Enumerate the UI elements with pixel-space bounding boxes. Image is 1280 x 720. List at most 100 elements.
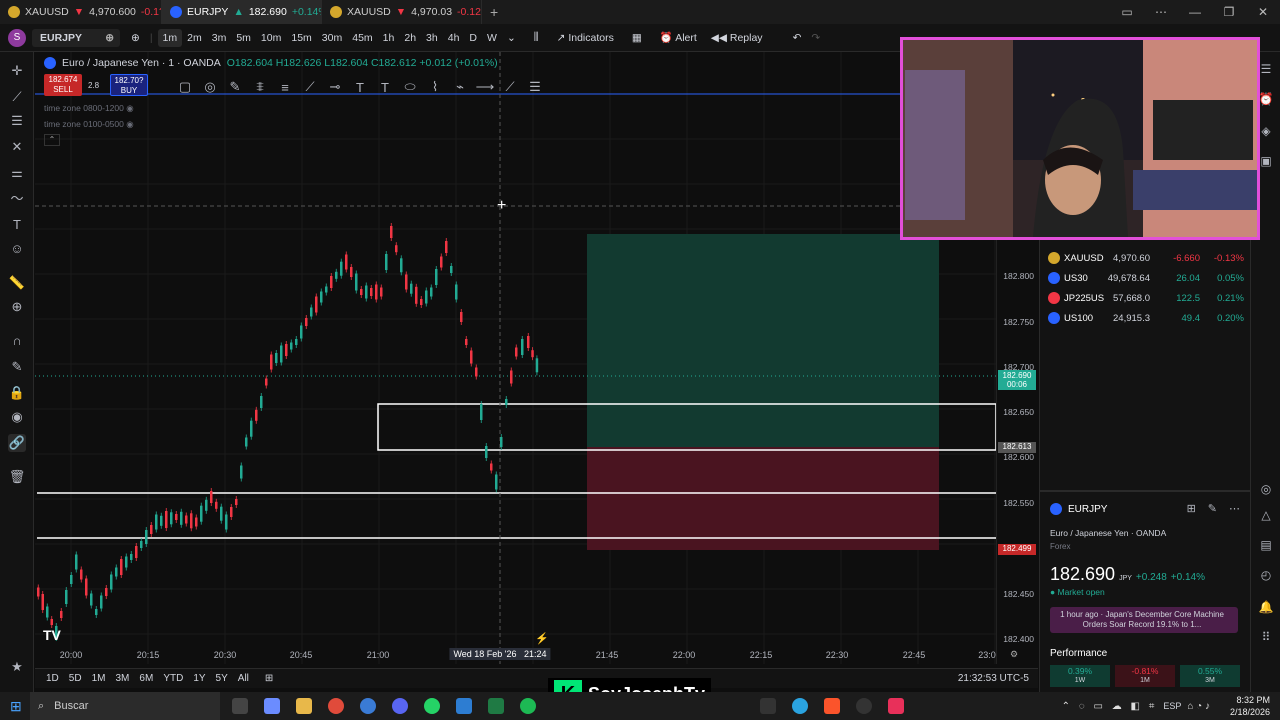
tradingview-app-icon[interactable] xyxy=(759,698,776,714)
sell-button[interactable]: 182.674 SELL xyxy=(44,74,82,96)
brush-tool-icon[interactable]: ⌁ xyxy=(449,79,471,95)
tray-status-icons[interactable]: ⌂ ◔ ♪ xyxy=(1187,701,1210,712)
range-6m[interactable]: 6M xyxy=(134,673,158,684)
date-range-icon[interactable]: ⊞ xyxy=(260,673,278,684)
eye-icon[interactable]: ◉ xyxy=(126,103,133,113)
tab-eurjpy[interactable]: EURJPY ▲ 182.690 +0.14% / ✕ xyxy=(162,0,322,24)
text-icon[interactable]: T xyxy=(8,216,26,234)
pen-tool-icon[interactable]: ✎ xyxy=(224,79,246,95)
trash-icon[interactable]: 🗑 xyxy=(8,468,26,486)
ellipse-tool-icon[interactable]: ⬭ xyxy=(399,79,421,95)
crosshair-icon[interactable]: ✛ xyxy=(8,62,26,80)
emoji-icon[interactable]: ☺ xyxy=(8,240,26,258)
interval-30m[interactable]: 30m xyxy=(317,32,347,44)
windows-start-icon[interactable]: ⊞ xyxy=(10,698,22,715)
range-5y[interactable]: 5Y xyxy=(211,673,233,684)
interval-45m[interactable]: 45m xyxy=(347,32,377,44)
replay-button[interactable]: ◀◀ Replay xyxy=(706,32,768,44)
watchlist-row[interactable]: JP225US 57,668.0 122.5 0.21% xyxy=(1040,288,1251,308)
collapse-legend-icon[interactable]: ⌃ xyxy=(44,134,60,146)
more-icon[interactable]: ⋯ xyxy=(1144,5,1178,19)
chrome-icon[interactable] xyxy=(328,698,344,714)
obs-icon[interactable] xyxy=(855,698,872,714)
more-icon[interactable]: ⋯ xyxy=(1229,502,1240,515)
trend-line-icon[interactable]: ⟋ xyxy=(8,88,26,106)
maximize-icon[interactable]: ❐ xyxy=(1212,5,1246,19)
range-1d[interactable]: 1D xyxy=(41,673,64,684)
interval-2h[interactable]: 2h xyxy=(399,32,421,44)
tab-xauusd-2[interactable]: XAUUSD ▼ 4,970.03 -0.12% ✕ xyxy=(322,0,482,24)
ray-tool-icon[interactable]: ⟶ xyxy=(474,79,496,95)
templates-icon[interactable]: ▦ xyxy=(627,32,647,44)
language-indicator[interactable]: ESP xyxy=(1163,701,1181,711)
notifications-icon[interactable]: 🔔 xyxy=(1258,600,1274,616)
lock-icon[interactable]: 🔒 xyxy=(8,384,26,402)
whatsapp-icon[interactable] xyxy=(424,698,440,714)
grid-icon[interactable]: ⊞ xyxy=(1187,502,1196,515)
channel-tool-icon[interactable]: ⩨ xyxy=(249,79,271,95)
telegram-icon[interactable] xyxy=(791,698,808,714)
add-symbol-icon[interactable]: ⊕ xyxy=(105,32,114,44)
menu-icon[interactable]: ▭ xyxy=(1110,5,1144,19)
compare-icon[interactable]: ⊕ xyxy=(126,32,145,44)
news-card[interactable]: 1 hour ago · Japan's December Core Machi… xyxy=(1050,607,1238,633)
tiktok-icon[interactable] xyxy=(887,698,904,714)
calendar-icon[interactable]: ▤ xyxy=(1258,538,1274,554)
candlestick-chart[interactable]: + TV ⚡ xyxy=(35,52,1000,664)
interval-w[interactable]: W xyxy=(482,32,502,44)
zoom-icon[interactable]: ⊕ xyxy=(8,298,26,316)
range-all[interactable]: All xyxy=(233,673,254,684)
circle-tool-icon[interactable]: ◎ xyxy=(199,79,221,95)
chart-pane[interactable]: + TV ⚡ xyxy=(35,52,1000,664)
avatar[interactable]: S xyxy=(8,28,26,47)
magnet-icon[interactable]: ∩ xyxy=(8,332,26,350)
line-tool-icon[interactable]: ⟋ xyxy=(299,79,321,95)
interval-4h[interactable]: 4h xyxy=(443,32,465,44)
favorites-icon[interactable]: ★ xyxy=(8,658,26,676)
symbol-search[interactable]: EURJPY ⊕ xyxy=(32,28,120,47)
interval-3m[interactable]: 3m xyxy=(207,32,232,44)
chrome-profile-icon[interactable] xyxy=(360,698,376,714)
more-tools-icon[interactable]: ☰ xyxy=(524,79,546,95)
text-box-tool-icon[interactable]: T xyxy=(374,80,396,95)
copilot-icon[interactable] xyxy=(264,698,280,714)
fib-icon[interactable]: ☰ xyxy=(8,112,26,130)
calendar-app-icon[interactable] xyxy=(456,698,472,714)
apps-icon[interactable]: ⠿ xyxy=(1258,630,1274,646)
undo-icon[interactable]: ↶ xyxy=(788,32,807,44)
clock-icon[interactable]: ◴ xyxy=(1258,568,1274,584)
interval-1m[interactable]: 1m xyxy=(157,28,183,47)
minimize-icon[interactable]: — xyxy=(1178,5,1212,19)
utc-clock[interactable]: 21:32:53 UTC-5 xyxy=(953,673,1034,684)
brave-icon[interactable] xyxy=(823,698,840,714)
link-icon[interactable]: 🔗 xyxy=(8,434,26,452)
file-explorer-icon[interactable] xyxy=(296,698,312,714)
time-axis[interactable]: 20:00 20:15 20:30 20:45 21:00 21:45 22:0… xyxy=(35,647,1038,665)
brush-icon[interactable]: 〜 xyxy=(8,190,26,208)
target-icon[interactable]: ◎ xyxy=(1258,482,1274,498)
range-1y[interactable]: 1Y xyxy=(188,673,210,684)
alert-button[interactable]: ⏰ Alert xyxy=(655,31,702,44)
eye-icon[interactable]: ◉ xyxy=(126,119,133,129)
interval-15m[interactable]: 15m xyxy=(286,32,316,44)
range-ytd[interactable]: YTD xyxy=(158,673,188,684)
layers-icon[interactable]: ◈ xyxy=(1258,124,1274,140)
excel-icon[interactable] xyxy=(488,698,504,714)
eye-icon[interactable]: ◉ xyxy=(8,408,26,426)
interval-2m[interactable]: 2m xyxy=(182,32,207,44)
text-tool-icon[interactable]: T xyxy=(349,80,371,95)
tab-xauusd-1[interactable]: XAUUSD ▼ 4,970.600 -0.1? ✕ xyxy=(0,0,162,24)
taskbar-clock[interactable]: 8:32 PM 2/18/2026 xyxy=(1230,694,1270,718)
pattern-icon[interactable]: ✕ xyxy=(8,138,26,156)
buy-button[interactable]: 182.70? BUY xyxy=(110,74,148,96)
watchlist-row[interactable]: XAUUSD 4,970.60 -6.660 -0.13% xyxy=(1040,248,1251,268)
task-view-icon[interactable] xyxy=(232,698,248,714)
range-3m[interactable]: 3M xyxy=(111,673,135,684)
pencil-lock-icon[interactable]: ✎ xyxy=(8,358,26,376)
taskbar-search[interactable]: ⌕ Buscar xyxy=(30,692,220,720)
settings-icon[interactable]: ⚙ xyxy=(1010,649,1018,660)
system-tray[interactable]: ⌃ ◌ ▭ ☁ ◧ ⌗ xyxy=(1062,701,1158,712)
discord-icon[interactable] xyxy=(392,698,408,714)
spotify-icon[interactable] xyxy=(520,698,536,714)
ideas-icon[interactable]: △ xyxy=(1258,508,1274,524)
